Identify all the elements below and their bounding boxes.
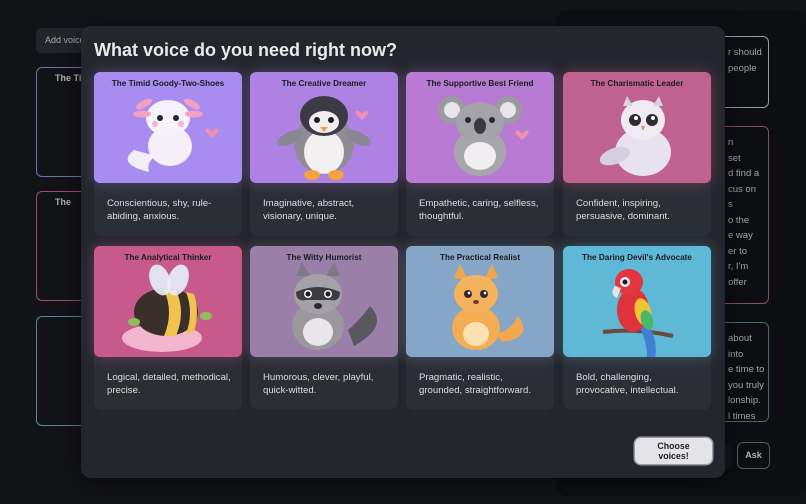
koala-icon — [438, 96, 529, 176]
voice-option-card[interactable]: The Supportive Best Friend Empathetic, ca… — [406, 72, 554, 236]
voice-name: The Witty Humorist — [286, 253, 362, 262]
bee-icon — [122, 264, 212, 352]
voice-option-card[interactable]: The Charismatic Leader Confident, inspiri… — [563, 72, 711, 236]
modal-title: What voice do you need right now? — [94, 40, 398, 60]
voice-name: The Supportive Best Friend — [426, 79, 534, 88]
voice-description: Humorous, clever, playful, quick-witted. — [263, 372, 374, 397]
voice-option-card[interactable]: The Creative Dreamer Imaginative, abstrac… — [250, 72, 398, 236]
voice-option-card[interactable]: The Timid Goody-Two-Shoes Conscientious, … — [94, 72, 242, 236]
voice-name: The Analytical Thinker — [124, 253, 212, 262]
voice-description: Logical, detailed, methodical, precise. — [107, 372, 231, 397]
voice-name: The Practical Realist — [439, 253, 521, 262]
raccoon-icon — [292, 262, 378, 350]
voice-name: The Charismatic Leader — [590, 79, 684, 88]
voice-portrait: The Practical Realist — [406, 246, 554, 357]
choose-voices-button[interactable]: Choose voices! — [635, 438, 712, 464]
voice-name: The Creative Dreamer — [281, 79, 367, 88]
voice-description: Confident, inspiring, persuasive, domina… — [576, 198, 670, 223]
voice-option-card[interactable]: The Analytical Thinker Logical, detailed,… — [94, 246, 242, 410]
voice-portrait: The Timid Goody-Two-Shoes — [94, 72, 242, 183]
voice-description: Pragmatic, realistic, grounded, straight… — [419, 372, 531, 397]
voice-portrait: The Witty Humorist — [250, 246, 398, 357]
voice-picker-modal: What voice do you need right now? The Ti… — [81, 26, 725, 478]
voice-description: Empathetic, caring, selfless, thoughtful… — [419, 198, 539, 223]
voice-portrait: The Creative Dreamer — [250, 72, 398, 183]
voice-description: Bold, challenging, provocative, intellec… — [576, 372, 679, 397]
voice-name: The Daring Devil's Advocate — [582, 253, 692, 262]
voice-option-card[interactable]: The Witty Humorist Humorous, clever, play… — [250, 246, 398, 410]
voice-description: Imaginative, abstract, visionary, unique… — [263, 198, 355, 223]
voice-option-card[interactable]: The Daring Devil's Advocate Bold, challen… — [563, 246, 711, 410]
voice-portrait: The Supportive Best Friend — [406, 72, 554, 183]
voice-portrait: The Charismatic Leader — [563, 72, 711, 183]
axolotl-icon — [127, 98, 219, 172]
voice-portrait: The Analytical Thinker — [94, 246, 242, 357]
voice-portrait: The Daring Devil's Advocate — [563, 246, 711, 357]
penguin-icon — [277, 96, 371, 180]
voice-description: Conscientious, shy, rule-abiding, anxiou… — [107, 198, 212, 223]
parrot-icon — [602, 269, 674, 357]
voice-option-card[interactable]: The Practical Realist Pragmatic, realisti… — [406, 246, 554, 410]
voice-name: The Timid Goody-Two-Shoes — [111, 79, 225, 88]
fox-icon — [452, 264, 524, 350]
owl-icon — [599, 96, 671, 176]
